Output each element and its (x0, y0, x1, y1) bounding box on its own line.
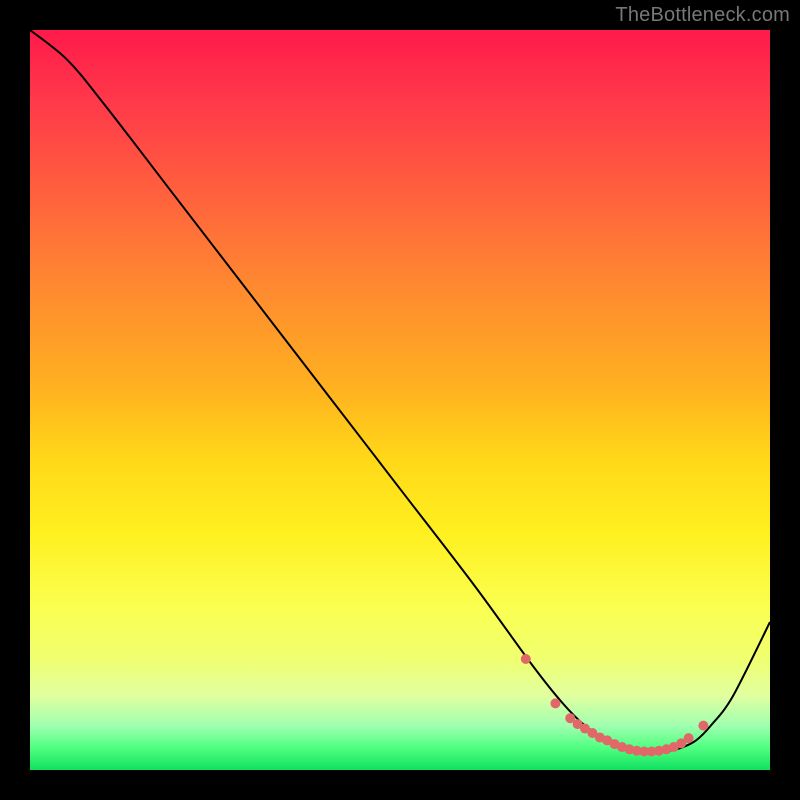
highlight-marker (521, 654, 531, 664)
highlight-marker (684, 733, 694, 743)
bottleneck-curve-line (30, 30, 770, 753)
chart-svg (30, 30, 770, 770)
plot-area (30, 30, 770, 770)
watermark-text: TheBottleneck.com (615, 4, 790, 27)
chart-frame: TheBottleneck.com (0, 0, 800, 800)
highlight-marker-group (521, 654, 709, 757)
highlight-marker (698, 721, 708, 731)
highlight-marker (550, 698, 560, 708)
